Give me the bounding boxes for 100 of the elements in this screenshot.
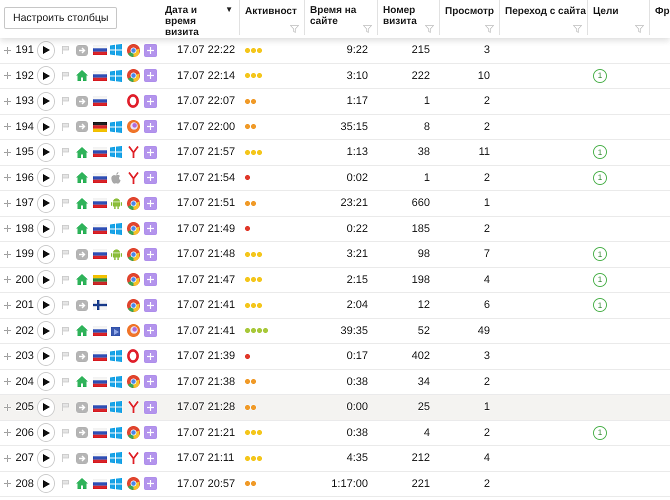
play-button[interactable] [36,423,56,442]
expand-icon[interactable] [4,225,12,232]
expand-icon[interactable] [4,123,12,130]
add-button[interactable] [144,324,158,338]
sort-indicator[interactable]: ▼ [225,5,233,14]
flag-icon[interactable] [62,72,69,80]
flag-icon[interactable] [62,403,69,412]
visit-row[interactable]: 202 17.07 21:41 39:35 52 49 [0,318,670,344]
expand-icon[interactable] [4,276,12,284]
flag-icon[interactable] [62,148,69,156]
visit-row[interactable]: 192 17.07 22:14 3:10 222 10 1 [0,64,670,89]
flag-icon[interactable] [62,250,69,258]
column-header[interactable]: Цели [593,6,618,17]
expand-icon[interactable] [4,454,12,462]
expand-icon[interactable] [4,250,12,258]
play-button[interactable] [36,474,56,494]
goal-count[interactable]: 1 [593,426,607,440]
flag-icon[interactable] [62,97,69,106]
filter-icon[interactable] [485,25,494,33]
play-button[interactable] [36,194,56,213]
play-button[interactable] [36,168,56,188]
add-button[interactable] [144,171,158,184]
visit-row[interactable]: 195 17.07 21:57 1:13 38 11 1 [0,140,670,166]
expand-icon[interactable] [4,174,12,182]
filter-icon[interactable] [363,25,372,33]
flag-icon[interactable] [62,428,69,437]
play-button[interactable] [36,398,56,417]
play-button[interactable] [36,117,56,136]
flag-icon[interactable] [62,122,69,131]
expand-icon[interactable] [4,148,12,156]
column-header[interactable]: Просмотр [445,6,494,17]
goal-count[interactable]: 1 [593,170,607,185]
flag-icon[interactable] [62,352,69,360]
filter-icon[interactable] [290,25,299,33]
expand-icon[interactable] [4,378,12,386]
add-button[interactable] [144,426,158,440]
visit-row[interactable]: 191 17.07 22:22 9:22 215 3 [0,38,670,64]
add-button[interactable] [144,44,158,57]
play-button[interactable] [36,270,56,290]
flag-icon[interactable] [62,326,69,335]
play-button[interactable] [36,244,56,264]
add-button[interactable] [144,452,158,465]
visit-row[interactable]: 193 17.07 22:07 1:17 1 2 [0,89,670,114]
visit-row[interactable]: 203 17.07 21:39 0:17 402 3 [0,344,670,370]
visit-row[interactable]: 205 17.07 21:28 0:00 25 1 [0,395,670,420]
goal-count[interactable]: 1 [593,145,607,160]
add-button[interactable] [144,273,158,286]
goal-count[interactable]: 1 [593,272,607,287]
play-button[interactable] [36,448,56,468]
goal-count[interactable]: 1 [593,68,607,83]
visit-row[interactable]: 197 17.07 21:51 23:21 660 1 [0,191,670,216]
goal-count[interactable]: 1 [593,298,607,312]
play-button[interactable] [36,219,56,238]
expand-icon[interactable] [4,404,12,411]
visit-row[interactable]: 207 17.07 21:11 4:35 212 4 [0,446,670,472]
play-button[interactable] [36,346,56,366]
flag-icon[interactable] [62,301,69,310]
goal-count[interactable]: 1 [593,247,607,262]
play-button[interactable] [36,40,56,60]
flag-icon[interactable] [62,224,69,233]
expand-icon[interactable] [4,429,12,436]
flag-icon[interactable] [62,46,69,54]
flag-icon[interactable] [62,199,69,208]
column-header[interactable]: Активност [245,6,297,17]
expand-icon[interactable] [4,480,12,488]
visit-row[interactable]: 196 17.07 21:54 0:02 1 2 1 [0,166,670,191]
filter-icon[interactable] [573,25,582,33]
expand-icon[interactable] [4,327,12,334]
play-button[interactable] [36,372,56,392]
expand-icon[interactable] [4,200,12,207]
visit-row[interactable]: 198 17.07 21:49 0:22 185 2 [0,216,670,242]
add-button[interactable] [144,222,158,236]
add-button[interactable] [144,248,158,261]
add-button[interactable] [144,400,158,414]
add-button[interactable] [144,196,158,210]
column-header[interactable]: Переход с сайта [505,6,586,17]
visit-row[interactable]: 199 17.07 21:48 3:21 98 7 1 [0,242,670,268]
visit-row[interactable]: 194 17.07 22:00 35:15 8 2 [0,114,670,140]
filter-icon[interactable] [635,25,644,33]
column-header[interactable]: Номер визита [383,5,423,27]
flag-icon[interactable] [62,480,69,488]
expand-icon[interactable] [4,72,12,80]
add-button[interactable] [144,94,158,108]
column-header[interactable]: Фр [655,6,670,17]
expand-icon[interactable] [4,98,12,105]
expand-icon[interactable] [4,302,12,309]
flag-icon[interactable] [62,174,69,182]
play-button[interactable] [36,296,56,315]
play-button[interactable] [36,142,56,162]
add-button[interactable] [144,375,158,388]
flag-icon[interactable] [62,454,69,462]
visit-row[interactable]: 200 17.07 21:47 2:15 198 4 1 [0,268,670,293]
play-button[interactable] [36,66,56,86]
add-button[interactable] [144,298,158,312]
flag-icon[interactable] [62,378,69,386]
visit-row[interactable]: 206 17.07 21:21 0:38 4 2 1 [0,420,670,446]
expand-icon[interactable] [4,352,12,360]
add-button[interactable] [144,477,158,490]
filter-icon[interactable] [425,25,434,33]
column-header[interactable]: Время на сайте [310,5,360,27]
